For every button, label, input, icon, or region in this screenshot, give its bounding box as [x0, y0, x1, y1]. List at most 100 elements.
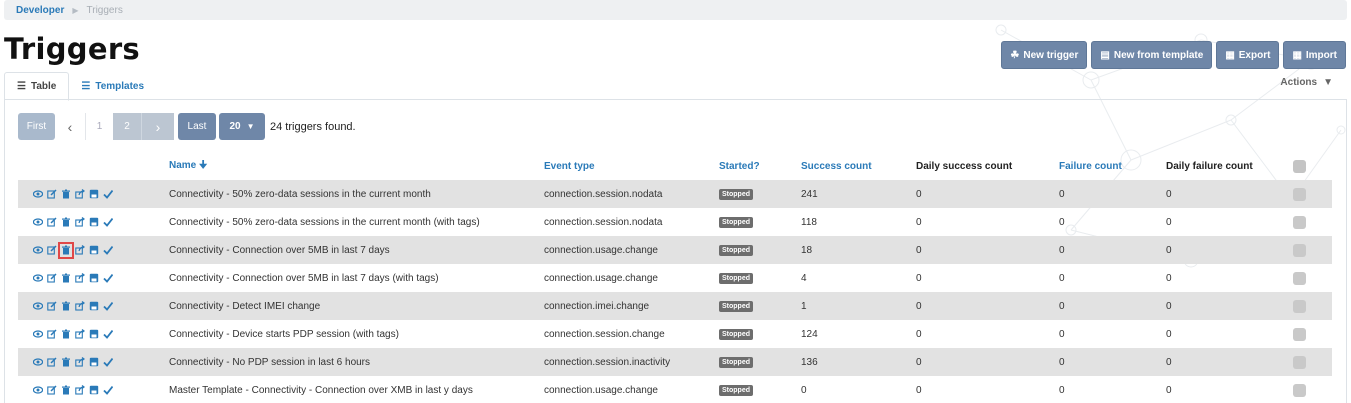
eye-action-icon[interactable] — [33, 357, 43, 368]
share-action-icon[interactable] — [75, 385, 85, 396]
eye-action-icon[interactable] — [33, 301, 43, 312]
daily-success-count: 0 — [916, 356, 922, 368]
save-action-icon[interactable] — [89, 245, 99, 256]
edit-action-icon[interactable] — [47, 189, 57, 200]
row-checkbox[interactable] — [1293, 355, 1306, 369]
trash-action-icon[interactable] — [61, 329, 71, 340]
save-action-icon[interactable] — [89, 189, 99, 200]
status-badge: Stopped — [719, 217, 753, 228]
row-select-cell — [1293, 299, 1332, 313]
edit-action-icon[interactable] — [47, 329, 57, 340]
daily-failure-count: 0 — [1166, 328, 1172, 340]
first-page-button[interactable]: First — [18, 113, 55, 140]
daily-success-count: 0 — [916, 188, 922, 200]
prev-page-button[interactable]: ‹ — [55, 113, 85, 140]
trash-action-icon[interactable] — [61, 301, 71, 312]
edit-action-icon[interactable] — [47, 301, 57, 312]
eye-action-icon[interactable] — [33, 217, 43, 228]
row-select-cell — [1293, 355, 1332, 369]
edit-action-icon[interactable] — [47, 357, 57, 368]
started-cell: Stopped — [719, 216, 801, 228]
last-page-button[interactable]: Last — [178, 113, 216, 140]
row-select-cell — [1293, 243, 1332, 257]
check-action-icon[interactable] — [103, 273, 113, 284]
eye-action-icon[interactable] — [33, 273, 43, 284]
row-checkbox[interactable] — [1293, 299, 1306, 313]
check-action-icon[interactable] — [103, 385, 113, 396]
header-daily-success-count: Daily success count — [916, 160, 1013, 172]
check-action-icon[interactable] — [103, 329, 113, 340]
eye-action-icon[interactable] — [33, 329, 43, 340]
breadcrumb-link-developer[interactable]: Developer — [16, 5, 64, 16]
trash-action-icon[interactable] — [61, 273, 71, 284]
row-select-cell — [1293, 215, 1332, 229]
started-cell: Stopped — [719, 356, 801, 368]
trash-action-icon[interactable] — [58, 241, 74, 259]
status-badge: Stopped — [719, 189, 753, 200]
export-button[interactable]: ▦ Export — [1216, 41, 1280, 69]
save-action-icon[interactable] — [89, 273, 99, 284]
share-action-icon[interactable] — [75, 217, 85, 228]
import-button[interactable]: ▦ Import — [1283, 41, 1346, 69]
select-all-checkbox[interactable] — [1293, 159, 1306, 173]
page-size-select[interactable]: 20 ▼ — [219, 113, 265, 140]
row-checkbox[interactable] — [1293, 187, 1306, 201]
row-checkbox[interactable] — [1293, 271, 1306, 285]
trigger-name: Connectivity - 50% zero-data sessions in… — [169, 216, 480, 228]
eye-action-icon[interactable] — [33, 245, 43, 256]
share-action-icon[interactable] — [75, 329, 85, 340]
tab-table[interactable]: ☰ Table — [4, 72, 70, 101]
share-action-icon[interactable] — [75, 301, 85, 312]
save-action-icon[interactable] — [89, 385, 99, 396]
eye-action-icon[interactable] — [33, 189, 43, 200]
check-action-icon[interactable] — [103, 357, 113, 368]
header-started[interactable]: Started? — [719, 161, 801, 172]
share-action-icon[interactable] — [75, 189, 85, 200]
daily-success-count: 0 — [916, 272, 922, 284]
trash-action-icon[interactable] — [61, 385, 71, 396]
new-trigger-button[interactable]: ☘ New trigger — [1001, 41, 1088, 69]
check-action-icon[interactable] — [103, 217, 113, 228]
trash-action-icon[interactable] — [61, 217, 71, 228]
started-cell: Stopped — [719, 244, 801, 256]
row-actions — [18, 273, 169, 284]
save-action-icon[interactable] — [89, 217, 99, 228]
edit-action-icon[interactable] — [47, 273, 57, 284]
trash-action-icon[interactable] — [61, 189, 71, 200]
caret-down-icon: ▼ — [1323, 77, 1333, 88]
share-action-icon[interactable] — [75, 245, 85, 256]
edit-action-icon[interactable] — [47, 245, 57, 256]
save-action-icon[interactable] — [89, 301, 99, 312]
row-checkbox[interactable] — [1293, 215, 1306, 229]
header-event-type[interactable]: Event type — [544, 161, 719, 172]
started-cell: Stopped — [719, 300, 801, 312]
sitemap-icon: ☘ — [1010, 49, 1020, 61]
header-failure-count[interactable]: Failure count — [1059, 161, 1166, 172]
page-1-button[interactable]: 1 — [85, 113, 113, 140]
eye-action-icon[interactable] — [33, 385, 43, 396]
share-action-icon[interactable] — [75, 273, 85, 284]
row-actions — [18, 301, 169, 312]
save-action-icon[interactable] — [89, 329, 99, 340]
check-action-icon[interactable] — [103, 189, 113, 200]
new-from-template-button[interactable]: ▤ New from template — [1091, 41, 1213, 69]
row-checkbox[interactable] — [1293, 383, 1306, 397]
row-checkbox[interactable] — [1293, 327, 1306, 341]
check-action-icon[interactable] — [103, 245, 113, 256]
next-page-button[interactable]: › — [141, 113, 174, 140]
edit-action-icon[interactable] — [47, 385, 57, 396]
check-action-icon[interactable] — [103, 301, 113, 312]
failure-count: 0 — [1059, 216, 1065, 228]
page-2-button[interactable]: 2 — [113, 113, 141, 140]
row-checkbox[interactable] — [1293, 243, 1306, 257]
daily-failure-count: 0 — [1166, 300, 1172, 312]
trash-action-icon[interactable] — [61, 357, 71, 368]
header-name[interactable]: Name 🠋 — [169, 158, 544, 175]
actions-dropdown[interactable]: Actions ▼ — [1280, 77, 1333, 88]
tab-templates[interactable]: ☰ Templates — [69, 72, 156, 100]
save-action-icon[interactable] — [89, 357, 99, 368]
edit-action-icon[interactable] — [47, 217, 57, 228]
header-success-count[interactable]: Success count — [801, 161, 916, 172]
event-type: connection.session.nodata — [544, 216, 663, 228]
share-action-icon[interactable] — [75, 357, 85, 368]
